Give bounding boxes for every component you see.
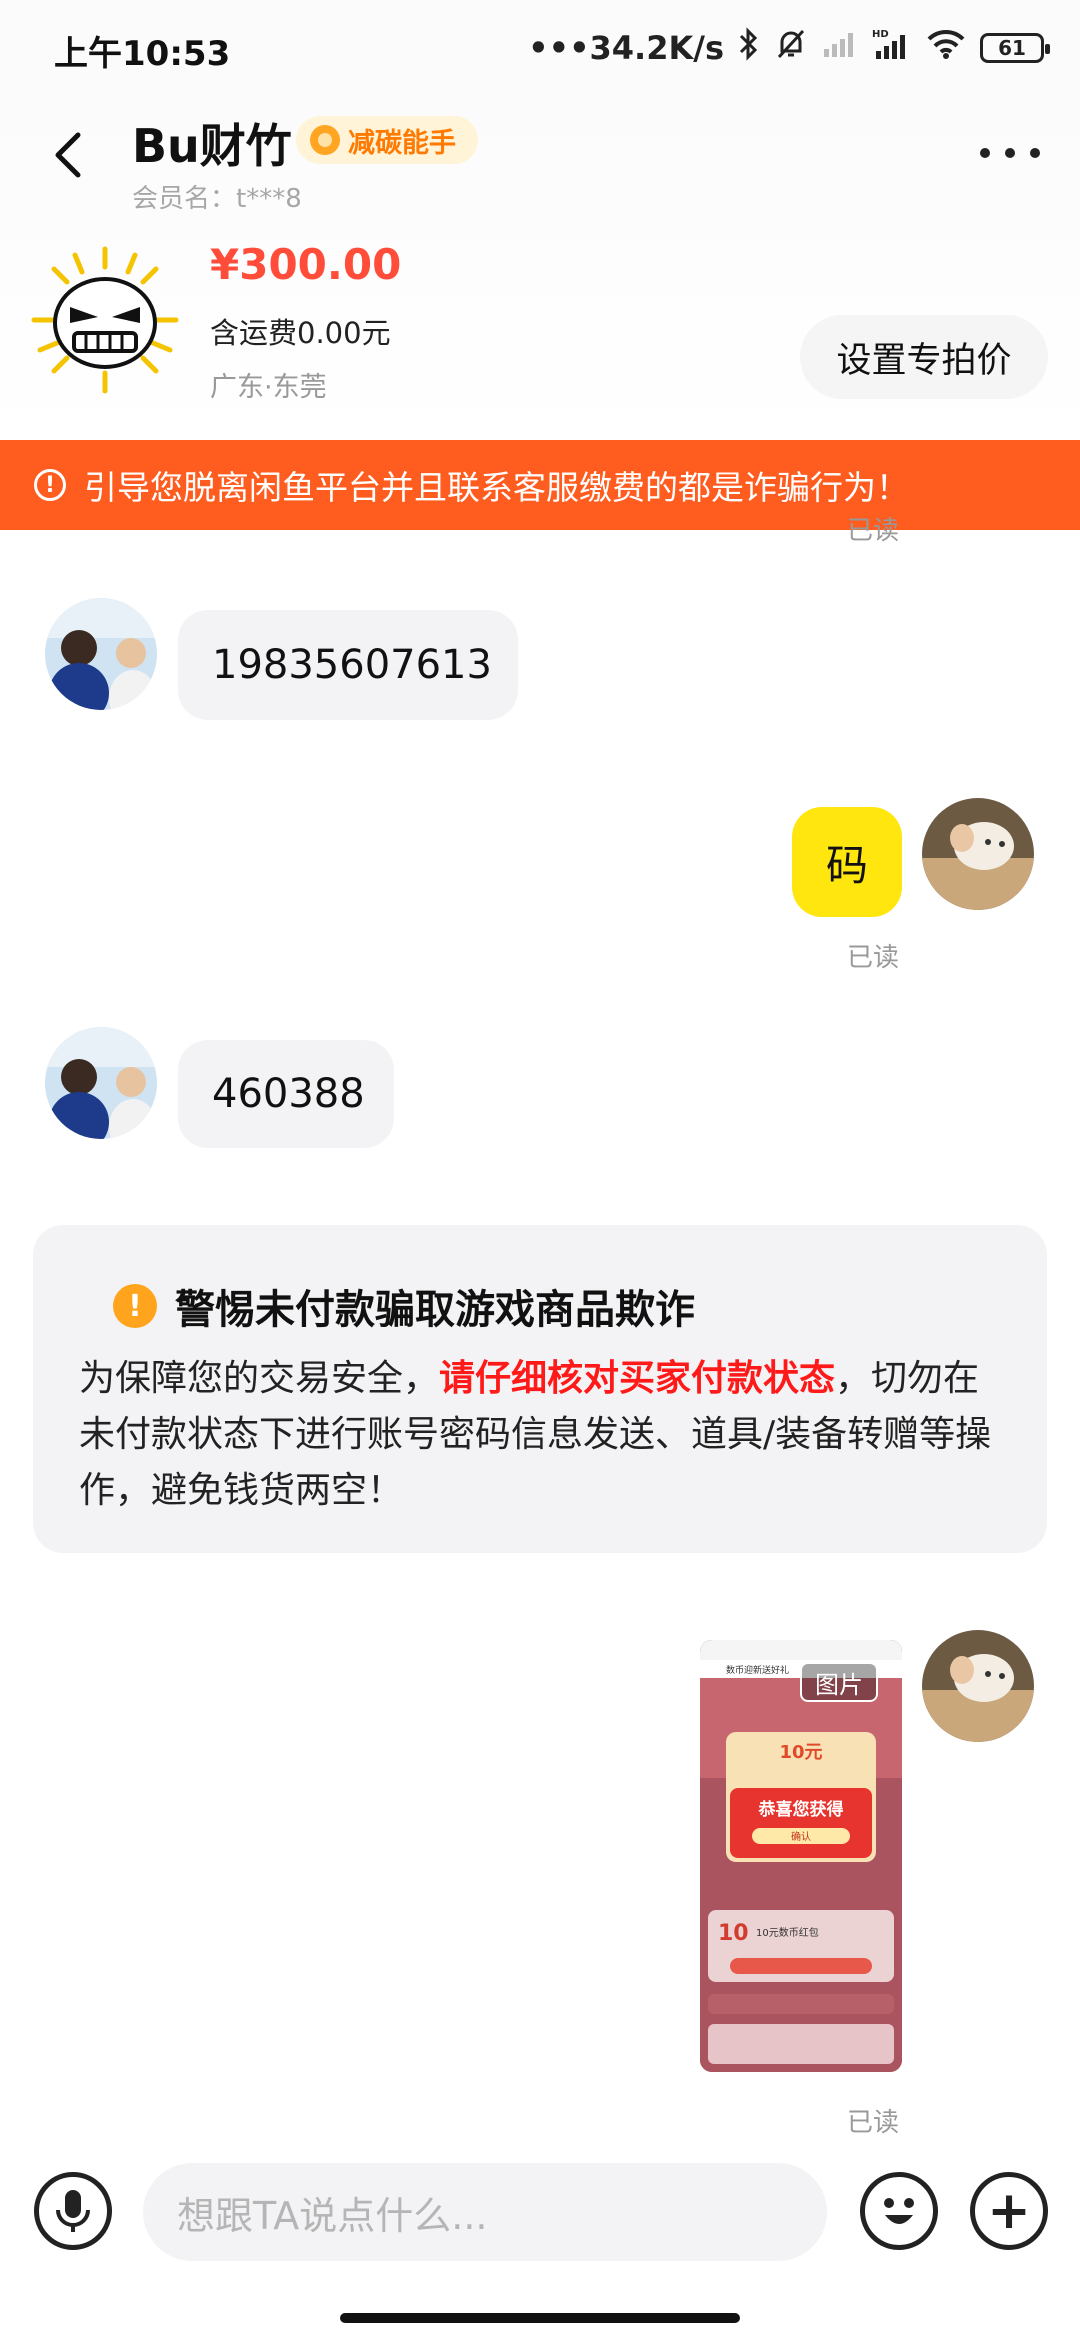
product-thumbnail[interactable] bbox=[30, 245, 180, 395]
thumb-page-title: 数币迎新送好礼 bbox=[726, 1664, 789, 1676]
image-label: 图片 bbox=[800, 1662, 878, 1702]
signal-weak-icon bbox=[822, 29, 858, 67]
notice-body-text: 为保障您的交易安全， bbox=[79, 1358, 440, 1399]
message-bubble-incoming[interactable]: 19835607613 bbox=[178, 610, 518, 720]
network-speed: •••34.2K/s bbox=[528, 29, 724, 67]
status-time: 上午10:53 bbox=[54, 34, 231, 74]
emoji-icon[interactable] bbox=[860, 2172, 938, 2250]
wifi-icon bbox=[926, 28, 966, 68]
fraud-warning-banner: ! 引导您脱离闲鱼平台并且联系客服缴费的都是诈骗行为！ bbox=[0, 440, 1080, 530]
message-bubble-incoming[interactable]: 460388 bbox=[178, 1040, 394, 1148]
svg-text:10: 10 bbox=[718, 1921, 749, 1946]
product-price: ¥300.00 bbox=[210, 240, 402, 289]
signal-hd-icon: HD bbox=[872, 27, 912, 69]
set-special-price-button[interactable]: 设置专拍价 bbox=[800, 315, 1048, 399]
notice-body: 为保障您的交易安全，请仔细核对买家付款状态，切勿在未付款状态下进行账号密码信息发… bbox=[79, 1351, 1007, 1519]
notice-body-highlight: 请仔细核对买家付款状态 bbox=[439, 1358, 836, 1399]
mute-bell-icon bbox=[774, 27, 808, 69]
product-location: 广东·东莞 bbox=[210, 372, 327, 403]
microphone-icon[interactable] bbox=[34, 2172, 112, 2250]
alert-circle-icon: ! bbox=[34, 469, 66, 501]
read-status: 已读 bbox=[847, 516, 900, 546]
status-icons: •••34.2K/s HD 61 bbox=[528, 24, 1050, 72]
member-name: 会员名：t***8 bbox=[132, 184, 302, 214]
message-bubble-outgoing[interactable]: 码 bbox=[792, 807, 902, 917]
thumb-confirm: 确认 bbox=[791, 1830, 811, 1843]
seller-name[interactable]: Bu财竹 bbox=[132, 110, 292, 176]
image-message[interactable]: 数币迎新送好礼 10元 恭喜您获得 确认 10 10元数币红包 bbox=[700, 1640, 902, 2072]
thumb-amount: 10元 bbox=[779, 1742, 822, 1763]
badge-label: 减碳能手 bbox=[348, 127, 456, 159]
thumb-coupon: 10元数币红包 bbox=[756, 1926, 819, 1939]
thumb-congrats: 恭喜您获得 bbox=[758, 1799, 844, 1820]
bluetooth-icon bbox=[738, 27, 760, 69]
safety-notice-card: ! 警惕未付款骗取游戏商品欺诈 为保障您的交易安全，请仔细核对买家付款状态，切勿… bbox=[33, 1225, 1047, 1553]
seller-avatar[interactable] bbox=[45, 1027, 157, 1139]
warning-icon: ! bbox=[113, 1284, 157, 1328]
carbon-badge[interactable]: 减碳能手 bbox=[296, 116, 478, 164]
fraud-warning-text: 引导您脱离闲鱼平台并且联系客服缴费的都是诈骗行为！ bbox=[84, 468, 909, 507]
shipping-fee: 含运费0.00元 bbox=[210, 316, 391, 350]
more-options-icon[interactable] bbox=[980, 138, 1040, 168]
battery-icon: 61 bbox=[980, 33, 1050, 63]
svg-text:HD: HD bbox=[872, 29, 889, 40]
home-indicator bbox=[340, 2313, 740, 2323]
notice-title: ! 警惕未付款骗取游戏商品欺诈 bbox=[113, 1277, 1007, 1335]
back-arrow-icon[interactable] bbox=[40, 125, 100, 185]
seller-avatar[interactable] bbox=[45, 598, 157, 710]
message-input[interactable]: 想跟TA说点什么... bbox=[143, 2163, 827, 2261]
my-avatar[interactable] bbox=[922, 798, 1034, 910]
add-plus-icon[interactable]: + bbox=[970, 2172, 1048, 2250]
leaf-badge-icon bbox=[310, 125, 340, 155]
notice-title-text: 警惕未付款骗取游戏商品欺诈 bbox=[175, 1287, 695, 1333]
read-status: 已读 bbox=[847, 2108, 900, 2138]
my-avatar[interactable] bbox=[922, 1630, 1034, 1742]
read-status: 已读 bbox=[847, 943, 900, 973]
